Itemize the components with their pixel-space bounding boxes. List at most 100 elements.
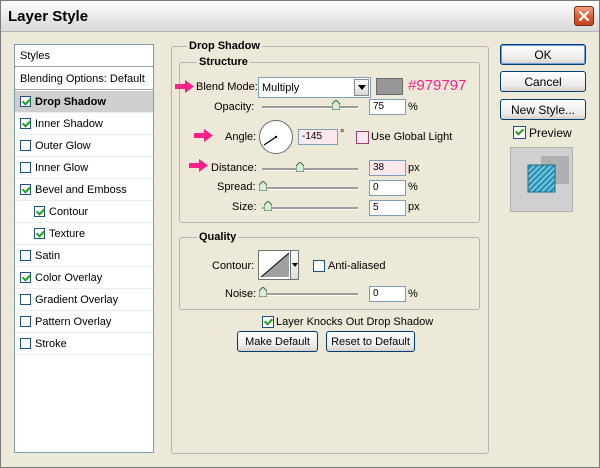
style-item-pattern-overlay[interactable]: Pattern Overlay: [15, 311, 153, 333]
style-item-label: Contour: [49, 205, 89, 218]
style-item-satin[interactable]: Satin: [15, 245, 153, 267]
size-label: Size:: [232, 201, 257, 213]
color-annotation: #979797: [408, 77, 467, 94]
style-item-checkbox[interactable]: [20, 338, 31, 349]
preview-label: Preview: [529, 126, 572, 140]
style-item-label: Outer Glow: [35, 139, 91, 152]
preview-checkbox[interactable]: [513, 126, 526, 139]
style-item-label: Gradient Overlay: [35, 293, 119, 306]
spread-input[interactable]: 0: [369, 180, 406, 196]
arrow-annotation-icon: [194, 129, 213, 142]
style-item-checkbox[interactable]: [20, 140, 31, 151]
spread-label: Spread:: [217, 181, 256, 193]
use-global-light-checkbox[interactable]: [356, 131, 369, 144]
style-item-checkbox[interactable]: [34, 206, 45, 217]
arrow-annotation-icon: [175, 80, 194, 93]
style-item-label: Pattern Overlay: [35, 315, 112, 328]
noise-label: Noise:: [225, 288, 257, 300]
distance-label: Distance:: [211, 162, 257, 174]
chevron-down-icon: [291, 263, 298, 267]
ok-button[interactable]: OK: [500, 44, 586, 65]
new-style-button[interactable]: New Style...: [500, 99, 586, 120]
spread-unit: %: [408, 181, 418, 193]
use-global-light-label: Use Global Light: [371, 131, 453, 143]
layer-style-dialog: Layer Style Styles Blending Options: Def…: [0, 0, 600, 468]
style-item-drop-shadow[interactable]: Drop Shadow: [15, 91, 153, 113]
arrow-annotation-icon: [189, 159, 208, 172]
style-item-inner-shadow[interactable]: Inner Shadow: [15, 113, 153, 135]
style-item-contour[interactable]: Contour: [15, 201, 153, 223]
style-item-checkbox[interactable]: [20, 294, 31, 305]
blending-options-item[interactable]: Blending Options: Default: [15, 68, 153, 90]
close-button[interactable]: [574, 6, 594, 26]
make-default-button[interactable]: Make Default: [237, 331, 318, 352]
slider-thumb-icon[interactable]: [259, 287, 267, 297]
style-item-label: Inner Shadow: [35, 117, 103, 130]
title-bar[interactable]: Layer Style: [1, 1, 599, 32]
slider-thumb-icon[interactable]: [332, 100, 340, 110]
anti-aliased-checkbox[interactable]: [313, 260, 325, 272]
size-slider-track[interactable]: [262, 207, 358, 210]
opacity-unit: %: [408, 101, 418, 113]
blend-mode-label: Blend Mode:: [196, 81, 258, 93]
angle-label: Angle:: [225, 131, 257, 143]
contour-label: Contour:: [212, 260, 255, 272]
style-item-label: Bevel and Emboss: [35, 183, 127, 196]
shadow-color-swatch[interactable]: [376, 78, 403, 95]
style-item-checkbox[interactable]: [20, 118, 31, 129]
size-input[interactable]: 5: [369, 200, 406, 216]
blend-mode-select[interactable]: Multiply: [258, 77, 371, 98]
angle-input[interactable]: -145: [298, 129, 338, 145]
noise-input[interactable]: 0: [369, 286, 406, 302]
size-unit: px: [408, 201, 420, 213]
angle-unit: °: [340, 128, 345, 140]
style-item-texture[interactable]: Texture: [15, 223, 153, 245]
distance-input[interactable]: 38: [369, 160, 406, 176]
knocks-out-label: Layer Knocks Out Drop Shadow: [276, 316, 434, 328]
reset-to-default-button[interactable]: Reset to Default: [326, 331, 415, 352]
contour-curve-icon: [260, 252, 290, 278]
style-item-inner-glow[interactable]: Inner Glow: [15, 157, 153, 179]
blend-mode-value: Multiply: [262, 82, 300, 94]
style-item-checkbox[interactable]: [20, 184, 31, 195]
style-item-checkbox[interactable]: [20, 272, 31, 283]
style-item-label: Color Overlay: [35, 271, 103, 284]
slider-thumb-icon[interactable]: [259, 181, 267, 191]
contour-preview[interactable]: [258, 250, 292, 280]
close-icon: [578, 10, 590, 22]
style-item-label: Satin: [35, 249, 61, 262]
cancel-button[interactable]: Cancel: [500, 71, 586, 92]
style-item-color-overlay[interactable]: Color Overlay: [15, 267, 153, 289]
style-preview: [510, 147, 573, 212]
style-item-checkbox[interactable]: [20, 162, 31, 173]
style-item-checkbox[interactable]: [20, 316, 31, 327]
style-item-stroke[interactable]: Stroke: [15, 333, 153, 355]
knocks-out-checkbox[interactable]: [262, 316, 274, 328]
style-item-checkbox[interactable]: [20, 96, 31, 107]
style-item-outer-glow[interactable]: Outer Glow: [15, 135, 153, 157]
opacity-slider-track[interactable]: [262, 106, 358, 109]
style-item-bevel-and-emboss[interactable]: Bevel and Emboss: [15, 179, 153, 201]
noise-slider-track[interactable]: [262, 293, 358, 296]
spread-slider-track[interactable]: [262, 187, 358, 190]
style-item-label: Inner Glow: [35, 161, 89, 174]
angle-dial[interactable]: [259, 120, 293, 154]
style-item-gradient-overlay[interactable]: Gradient Overlay: [15, 289, 153, 311]
styles-header[interactable]: Styles: [15, 45, 153, 67]
style-item-checkbox[interactable]: [20, 250, 31, 261]
quality-title: Quality: [197, 231, 239, 243]
contour-dropdown[interactable]: [290, 250, 299, 280]
chevron-down-icon: [354, 79, 369, 96]
angle-needle-icon: [263, 135, 278, 146]
slider-thumb-icon[interactable]: [264, 201, 272, 211]
structure-title: Structure: [197, 56, 250, 68]
opacity-label: Opacity:: [214, 101, 255, 113]
preview-thumbnail-icon: [527, 156, 569, 193]
style-item-label: Texture: [49, 227, 86, 240]
slider-thumb-icon[interactable]: [296, 162, 304, 172]
distance-slider-track[interactable]: [262, 168, 358, 171]
style-item-label: Drop Shadow: [35, 95, 106, 108]
opacity-input[interactable]: 75: [369, 99, 406, 115]
style-item-checkbox[interactable]: [34, 228, 45, 239]
window-title: Layer Style: [8, 8, 89, 25]
